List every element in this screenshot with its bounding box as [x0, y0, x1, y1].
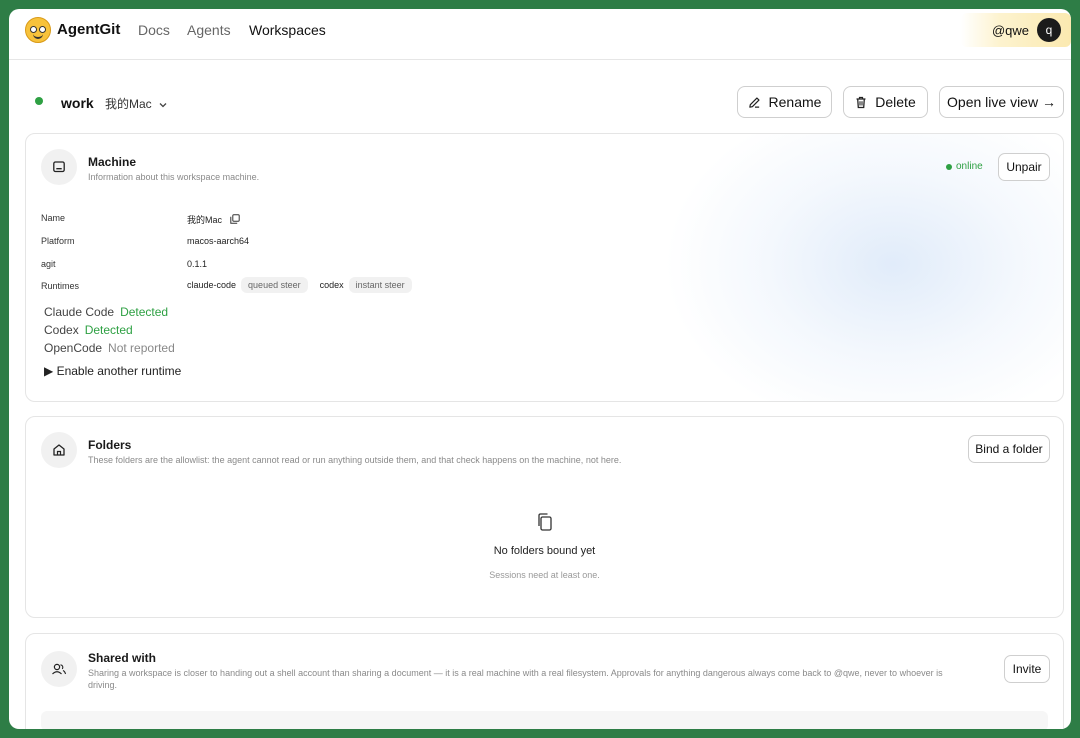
runtime-name: Codex	[44, 323, 79, 337]
runtime-status-claude-code: Claude Code Detected	[44, 305, 168, 319]
chevron-down-icon	[159, 102, 167, 108]
username: @qwe	[991, 23, 1029, 38]
user-menu[interactable]: @qwe q	[961, 13, 1071, 47]
enable-runtime-toggle[interactable]: ▶ Enable another runtime	[44, 364, 181, 378]
folders-icon-wrap	[41, 432, 77, 468]
home-icon	[53, 444, 65, 456]
unpair-label: Unpair	[1006, 160, 1042, 174]
workspace-status-dot	[35, 97, 43, 105]
machine-icon-wrap	[41, 149, 77, 185]
app-window: AgentGit Docs Agents Workspaces @qwe q w…	[9, 9, 1071, 729]
pencil-icon	[748, 96, 760, 108]
rename-label: Rename	[768, 94, 822, 110]
runtime-tag-mode: instant steer	[348, 277, 412, 293]
shared-card-title: Shared with	[88, 651, 157, 665]
nav-link-agents[interactable]: Agents	[187, 22, 231, 38]
nav-link-workspaces[interactable]: Workspaces	[249, 22, 326, 38]
runtime-name: Claude Code	[44, 305, 115, 319]
agentgit-logo-icon[interactable]	[25, 17, 51, 43]
online-dot	[946, 163, 952, 170]
kv-key-agit: agit	[41, 259, 56, 269]
folders-card-title: Folders	[88, 438, 132, 452]
folders-card-subtitle: These folders are the allowlist: the age…	[88, 455, 622, 465]
machine-status-text: online	[956, 161, 983, 172]
kv-key-platform: Platform	[41, 236, 75, 246]
shared-list-row	[41, 711, 1048, 729]
runtime-tag-mode: queued steer	[241, 277, 308, 293]
runtime-detected: Detected	[120, 305, 169, 319]
machine-status-badge: online	[946, 161, 983, 172]
kv-value-platform: macos-aarch64	[187, 236, 250, 246]
laptop-icon	[53, 161, 65, 173]
kv-value-agit: 0.1.1	[187, 259, 208, 269]
bind-folder-button[interactable]: Bind a folder	[968, 435, 1050, 463]
shared-icon-wrap	[41, 651, 77, 687]
runtime-tag-name: claude-code	[187, 280, 237, 290]
shared-card-subtitle: Sharing a workspace is closer to handing…	[88, 668, 943, 690]
runtime-status-codex: Codex Detected	[44, 323, 133, 337]
delete-button[interactable]: Delete	[843, 86, 928, 118]
users-icon	[52, 663, 67, 675]
kv-key-runtimes: Runtimes	[41, 281, 80, 291]
runtime-name: OpenCode	[44, 341, 103, 355]
unpair-button[interactable]: Unpair	[998, 153, 1050, 181]
copy-icon[interactable]	[229, 214, 240, 224]
machine-card-subtitle: Information about this workspace machine…	[88, 172, 260, 182]
open-live-view-button[interactable]: Open live view →	[939, 86, 1064, 118]
runtime-status-opencode: OpenCode Not reported	[44, 341, 175, 355]
delete-label: Delete	[875, 94, 916, 110]
runtime-tag-name: codex	[319, 280, 344, 290]
open-live-view-label: Open live view →	[947, 94, 1056, 110]
machine-card: Machine Information about this workspace…	[25, 133, 1064, 402]
kv-key-name: Name	[41, 213, 66, 223]
machine-card-title: Machine	[88, 155, 137, 169]
shared-with-card: Shared with Sharing a workspace is close…	[25, 633, 1064, 729]
brand-name[interactable]: AgentGit	[57, 21, 120, 38]
copy-stack-icon	[538, 513, 552, 531]
folders-empty-subtitle: Sessions need at least one.	[489, 570, 600, 580]
trash-icon	[856, 96, 866, 108]
runtime-not-reported: Not reported	[108, 341, 175, 355]
runtime-detected: Detected	[84, 323, 133, 337]
machine-name-value: 我的Mac	[187, 215, 223, 225]
folders-card: Folders These folders are the allowlist:…	[25, 416, 1064, 618]
nav-link-docs[interactable]: Docs	[138, 22, 170, 38]
avatar[interactable]: q	[1037, 18, 1061, 42]
runtime-tags: claude-code queued steer codex instant s…	[187, 277, 412, 293]
invite-label: Invite	[1012, 662, 1042, 676]
workspace-name: work	[61, 95, 94, 111]
bind-folder-label: Bind a folder	[975, 442, 1043, 456]
invite-button[interactable]: Invite	[1004, 655, 1050, 683]
folders-empty-title: No folders bound yet	[493, 545, 596, 557]
machine-select-label: 我的Mac	[105, 97, 152, 111]
rename-button[interactable]: Rename	[737, 86, 832, 118]
kv-value-name: 我的Mac	[187, 213, 240, 226]
top-nav: AgentGit Docs Agents Workspaces @qwe q	[9, 9, 1071, 60]
machine-select-dropdown[interactable]: 我的Mac	[105, 95, 168, 112]
